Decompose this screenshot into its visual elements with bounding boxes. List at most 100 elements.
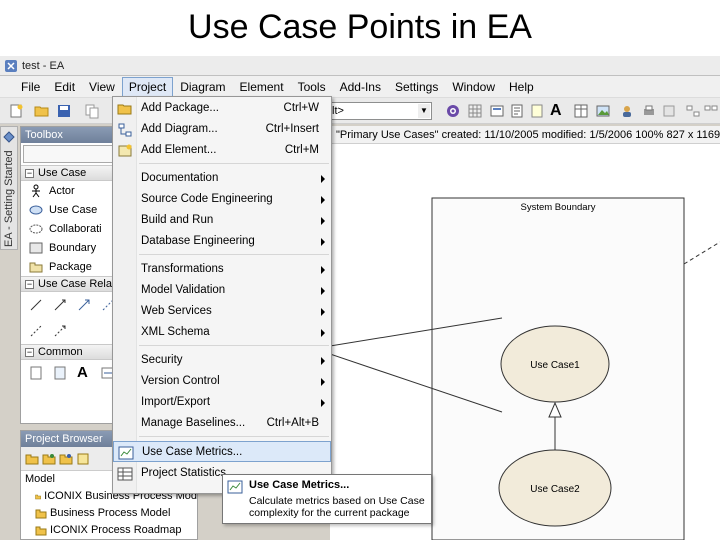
artifact-tool-icon[interactable] [53,366,67,380]
menu-tools[interactable]: Tools [291,77,333,97]
diagram-type-combo[interactable]: lt> ▼ [328,102,432,120]
note-tool-icon[interactable] [29,366,43,380]
settings-icon[interactable] [662,104,676,118]
target-icon[interactable] [446,104,460,118]
menu-item-manage-baselines[interactable]: Manage Baselines... Ctrl+Alt+B [113,413,331,434]
menu-project[interactable]: Project [121,76,174,97]
grid-icon[interactable] [468,104,482,118]
tree-item[interactable]: Business Process Model [21,505,197,522]
menu-element[interactable]: Element [233,77,291,97]
package-icon [35,509,47,518]
tree-item-label: ICONIX Process Roadmap [50,524,182,536]
new-element-icon[interactable] [59,452,73,466]
use-case-2-label: Use Case2 [530,484,580,495]
diagram-icon [118,123,132,137]
metrics-icon [118,446,134,460]
generalization-icon[interactable] [53,298,67,312]
window-titlebar: test - EA [0,56,720,76]
submenu-arrow-icon [321,287,325,295]
external-dependency-line [683,241,720,265]
getting-started-side-tab[interactable]: EA - Setting Started [0,126,18,250]
menu-window[interactable]: Window [445,77,502,97]
use-case-metrics-tooltip: Use Case Metrics... Calculate metrics ba… [222,474,432,524]
copy-icon[interactable] [84,103,100,119]
menu-item-database-engineering[interactable]: Database Engineering [113,231,331,252]
collapse-icon[interactable]: − [25,279,34,289]
menu-item-label: Model Validation [141,284,226,296]
menu-item-version-control[interactable]: Version Control [113,371,331,392]
menu-diagram[interactable]: Diagram [173,77,232,97]
text-icon[interactable]: A [77,365,91,380]
menu-item-use-case-metrics[interactable]: Use Case Metrics... [113,441,331,462]
new-diagram-icon[interactable] [42,452,56,466]
menu-separator [139,436,329,437]
image-icon[interactable] [596,104,610,118]
menu-view[interactable]: View [82,77,122,97]
element-list-icon[interactable] [490,104,504,118]
note-icon[interactable] [530,104,544,118]
menu-item-model-validation[interactable]: Model Validation [113,280,331,301]
user-icon[interactable] [620,104,634,118]
menu-separator [139,254,329,255]
tree-root-label: Model [25,473,55,485]
dependency-icon[interactable] [29,324,43,338]
new-package-icon[interactable] [25,452,39,466]
open-folder-icon[interactable] [34,103,50,119]
collapse-icon[interactable]: − [25,347,34,357]
menu-item-xml-schema[interactable]: XML Schema [113,322,331,343]
item-label: Package [49,260,92,273]
ea-app-icon [5,59,17,72]
diagram-info-bar: "Primary Use Cases" created: 11/10/2005 … [330,126,720,144]
realization-icon[interactable] [53,324,67,338]
menu-help[interactable]: Help [502,77,541,97]
menu-item-label: XML Schema [141,326,210,338]
print-icon[interactable] [642,104,656,118]
menu-item-label: Manage Baselines... [141,417,246,429]
menu-add-ins[interactable]: Add-Ins [333,77,388,97]
menu-item-add-diagram[interactable]: Add Diagram... Ctrl+Insert [113,119,331,140]
text-tool-icon[interactable]: A [550,103,564,119]
new-project-icon[interactable] [8,103,24,119]
menu-item-build-and-run[interactable]: Build and Run [113,210,331,231]
save-icon[interactable] [56,103,72,119]
chevron-down-icon[interactable]: ▼ [418,104,430,118]
metrics-icon [227,480,243,494]
menu-file[interactable]: File [14,77,47,97]
diamond-icon [3,131,15,143]
collapse-icon[interactable]: − [25,168,34,178]
collaboration-icon [29,224,43,233]
window-title: test - EA [22,59,65,72]
menu-item-add-element[interactable]: Add Element... Ctrl+M [113,140,331,161]
use-case-icon [29,205,43,214]
menu-item-label: Build and Run [141,214,214,226]
align-icon[interactable] [686,104,700,118]
submenu-arrow-icon [321,238,325,246]
menu-item-label: Documentation [141,172,219,184]
menu-item-label: Add Diagram... [141,123,218,135]
menu-item-web-services[interactable]: Web Services [113,301,331,322]
tree-item[interactable]: ICONIX Process Roadmap [21,522,197,539]
association-icon[interactable] [29,298,43,312]
section-label: Use Case Relat [38,278,116,290]
menu-item-label: Add Element... [141,144,217,156]
move-up-icon[interactable] [76,452,90,466]
properties-icon[interactable] [510,104,524,118]
menu-edit[interactable]: Edit [47,77,82,97]
menu-item-label: Use Case Metrics... [142,446,243,458]
submenu-arrow-icon [321,266,325,274]
layout-icon[interactable] [704,104,718,118]
include-icon[interactable] [77,298,91,312]
menu-item-security[interactable]: Security [113,350,331,371]
menu-item-transformations[interactable]: Transformations [113,259,331,280]
package-icon [29,262,43,272]
menu-settings[interactable]: Settings [388,77,445,97]
submenu-arrow-icon [321,329,325,337]
menu-item-import-export[interactable]: Import/Export [113,392,331,413]
submenu-arrow-icon [321,357,325,365]
table-icon[interactable] [574,104,588,118]
menu-item-documentation[interactable]: Documentation [113,168,331,189]
menu-item-add-package[interactable]: Add Package... Ctrl+W [113,98,331,119]
package-icon [117,104,132,115]
submenu-arrow-icon [321,378,325,386]
menu-item-source-code-engineering[interactable]: Source Code Engineering [113,189,331,210]
